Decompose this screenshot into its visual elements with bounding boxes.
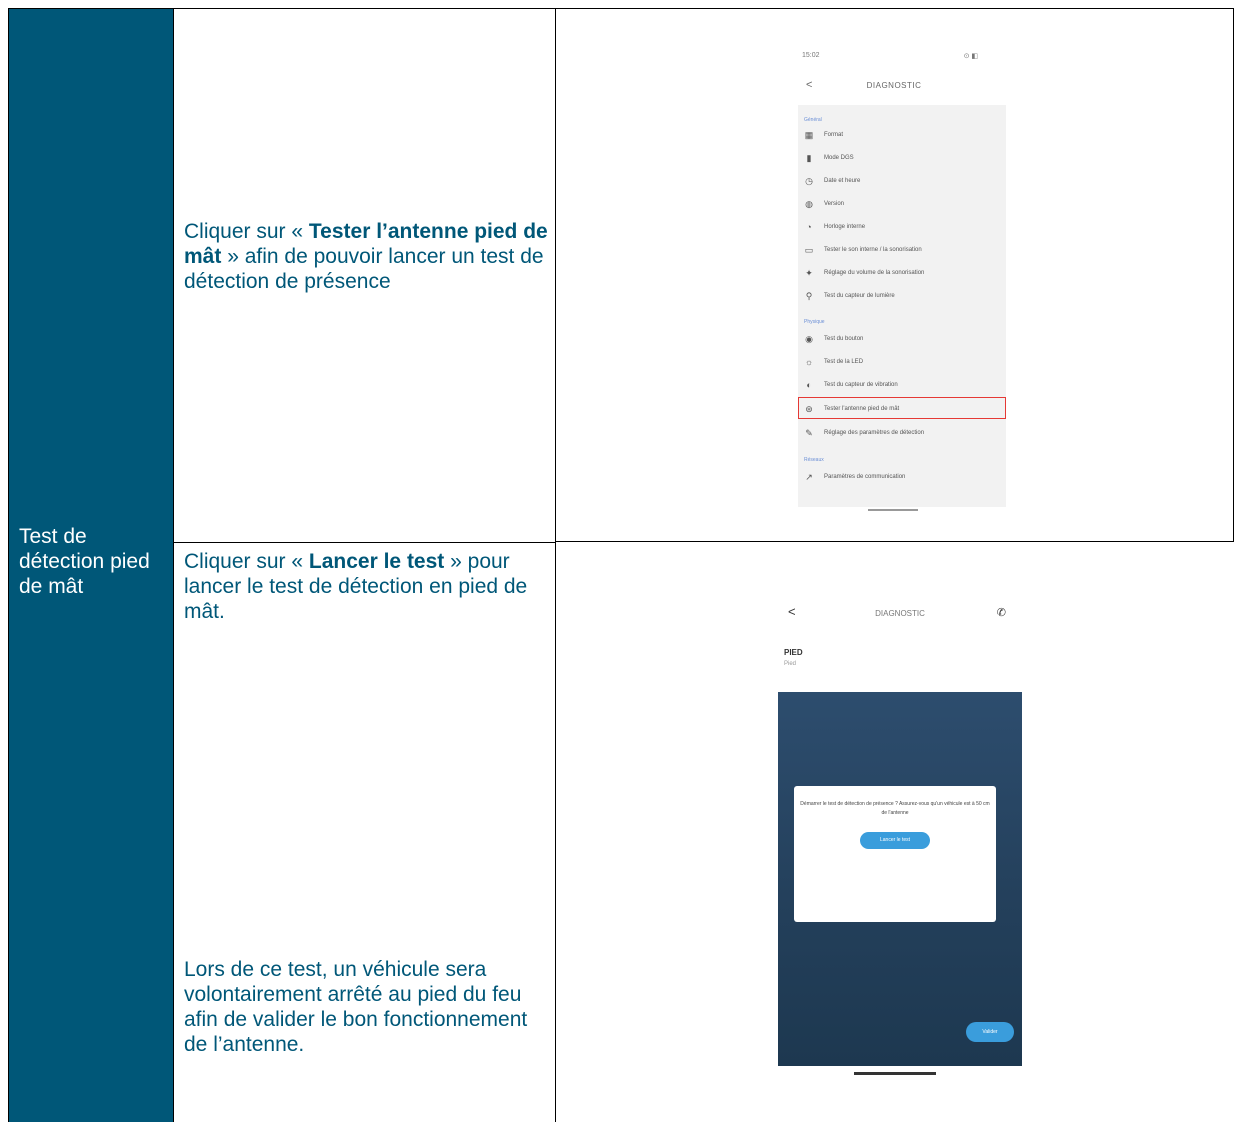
confirm-dialog: Démarrer le test de détection de présenc… xyxy=(794,786,996,922)
light-sensor-icon: ⚲ xyxy=(805,291,813,301)
screen-header: < DIAGNOSTIC xyxy=(788,77,1000,99)
list-item[interactable]: ◍ Version xyxy=(798,194,1006,216)
list-item[interactable]: ☼ Test de la LED xyxy=(798,352,1006,374)
list-item[interactable]: ▦ Format xyxy=(798,125,1006,147)
volume-icon: ✦ xyxy=(805,268,813,278)
step1-suffix: » afin de pouvoir lancer un test de déte… xyxy=(184,245,544,293)
device-subtitle: Pied xyxy=(784,661,797,667)
document-table: Test de détection pied de mât Cliquer su… xyxy=(8,8,1234,1122)
list-item-label: Paramètres de communication xyxy=(824,474,906,480)
list-item[interactable]: ◷ Date et heure xyxy=(798,171,1006,193)
list-item[interactable]: ↗ Paramètres de communication xyxy=(798,467,1006,489)
step2-bold: Lancer le test xyxy=(308,550,445,573)
home-indicator xyxy=(868,509,918,511)
settings-icon: ✎ xyxy=(805,428,813,438)
list-item-label: Version xyxy=(824,201,845,207)
list-item[interactable]: ▮ Mode DGS xyxy=(798,148,1006,170)
list-item[interactable]: ◐ Test du capteur de vibration xyxy=(798,375,1006,397)
list-item-label: Date et heure xyxy=(824,178,861,184)
section-header: Réseaux xyxy=(804,457,824,463)
list-item-label: Test du bouton xyxy=(824,336,864,342)
laptop-icon: ▭ xyxy=(804,245,814,255)
list-item[interactable]: ⚲ Test du capteur de lumière xyxy=(798,286,1006,308)
step1-image-cell: 15:02 ⊙ ◧ < DIAGNOSTIC Général ▦ Format ▮… xyxy=(556,8,1234,542)
step2-image-cell: < DIAGNOSTIC ✆ PIED Pied Démarrer le tes… xyxy=(556,542,1234,1122)
step2-prefix: Cliquer sur « xyxy=(184,550,309,573)
dialog-message: Démarrer le test de détection de présenc… xyxy=(800,801,990,816)
row-label-cell: Test de détection pied de mât xyxy=(8,8,174,1122)
step1-text-cell: Cliquer sur « Tester l’antenne pied de m… xyxy=(174,8,556,542)
list-item-label: Format xyxy=(824,132,844,138)
list-item-label: Test du capteur de vibration xyxy=(824,382,898,388)
list-item-label: Test de la LED xyxy=(824,359,864,365)
timer-icon: ◔ xyxy=(806,222,812,232)
clock-icon: ◷ xyxy=(805,176,813,186)
status-icons: ⊙ ◧ xyxy=(963,53,978,60)
step1-instruction: Cliquer sur « Tester l’antenne pied de m… xyxy=(184,219,548,294)
highlight-box xyxy=(798,397,1006,419)
screen-header: < DIAGNOSTIC ✆ xyxy=(778,598,1022,638)
list-item[interactable]: ◔ Horloge interne xyxy=(798,217,1006,239)
device-title: PIED xyxy=(784,648,803,657)
vibration-icon: ◐ xyxy=(806,380,812,390)
screen-title: DIAGNOSTIC xyxy=(875,609,925,618)
validate-button[interactable]: Valider xyxy=(966,1022,1014,1042)
step2-note: Lors de ce test, un véhicule sera volont… xyxy=(184,958,528,1056)
list-item-label: Tester le son interne / la sonorisation xyxy=(824,247,922,253)
section-header: Physique xyxy=(804,319,825,325)
list-item-label: Mode DGS xyxy=(824,155,854,161)
section-header: Général xyxy=(804,117,822,123)
list-item-label: Horloge interne xyxy=(824,224,866,230)
button-icon: ◉ xyxy=(805,334,813,344)
step2-instruction: Cliquer sur « Lancer le test » pour lanc… xyxy=(184,549,548,624)
launch-test-button[interactable]: Lancer le test xyxy=(860,832,930,849)
format-icon: ▦ xyxy=(804,130,814,140)
screen-title: DIAGNOSTIC xyxy=(866,81,922,90)
list-item-label: Test du capteur de lumière xyxy=(824,293,895,299)
phone-icon[interactable]: ✆ xyxy=(997,606,1006,619)
list-item-label: Réglage des paramètres de détection xyxy=(824,430,925,436)
list-item[interactable]: ✎ Réglage des paramètres de détection xyxy=(798,423,1006,445)
list-item[interactable]: ✦ Réglage du volume de la sonorisation xyxy=(798,263,1006,285)
screen-background: Démarrer le test de détection de présenc… xyxy=(778,692,1022,1066)
list-item-label: Réglage du volume de la sonorisation xyxy=(824,270,925,276)
led-icon: ☼ xyxy=(804,357,814,367)
step2-text-cell: Cliquer sur « Lancer le test » pour lanc… xyxy=(174,542,556,1122)
diagnostic-screenshot: 15:02 ⊙ ◧ < DIAGNOSTIC Général ▦ Format ▮… xyxy=(788,47,1006,517)
step1-prefix: Cliquer sur « xyxy=(184,220,309,243)
home-indicator xyxy=(854,1072,936,1075)
launch-test-screenshot: < DIAGNOSTIC ✆ PIED Pied Démarrer le tes… xyxy=(778,598,1022,1078)
status-bar: 15:02 ⊙ ◧ xyxy=(788,47,1000,65)
list-item[interactable]: ◉ Test du bouton xyxy=(798,329,1006,351)
diagnostic-list: Général ▦ Format ▮ Mode DGS ◷ Date et heure… xyxy=(798,105,1006,507)
communication-icon: ↗ xyxy=(805,472,813,482)
version-icon: ◍ xyxy=(805,199,813,209)
list-item[interactable]: ▭ Tester le son interne / la sonorisation xyxy=(798,240,1006,262)
status-time: 15:02 xyxy=(802,52,820,59)
row-label: Test de détection pied de mât xyxy=(19,525,150,598)
mode-icon: ▮ xyxy=(806,153,812,163)
